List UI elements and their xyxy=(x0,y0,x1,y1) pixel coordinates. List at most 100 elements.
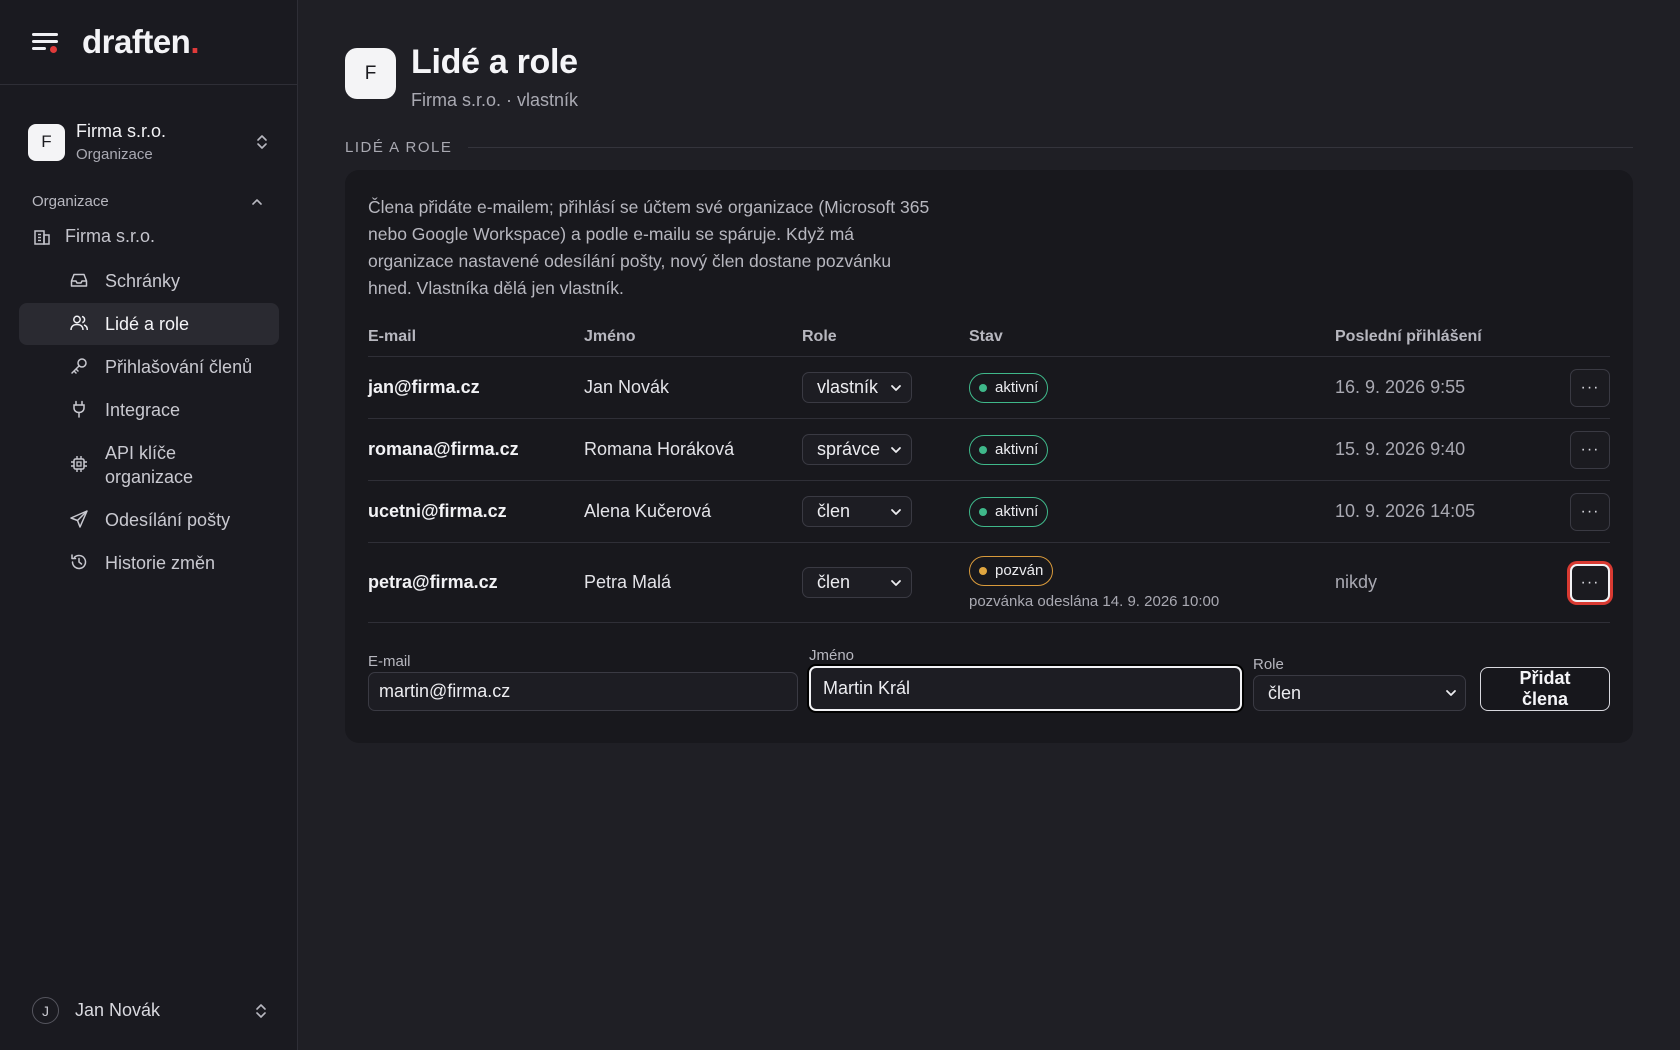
table-row: romana@firma.cz Romana Horáková správce … xyxy=(368,418,1610,481)
section-header: LIDÉ A ROLE xyxy=(345,139,1633,156)
chip-icon xyxy=(71,456,87,472)
status-label: aktivní xyxy=(995,441,1039,458)
table-row: ucetni@firma.cz Alena Kučerová člen akti… xyxy=(368,480,1610,543)
sidebar-nav: Schránky Lidé a role Přihlašování členů xyxy=(0,260,297,584)
chevron-down-icon xyxy=(1446,690,1456,696)
user-name: Jan Novák xyxy=(75,1000,161,1020)
status-badge: aktivní xyxy=(969,434,1049,465)
org-switcher[interactable]: F Firma s.r.o. Organizace xyxy=(0,117,297,167)
chevron-up-down-icon xyxy=(257,135,267,149)
role-select-value: vlastník xyxy=(817,377,879,397)
sidebar-item-lide-a-role[interactable]: Lidé a role xyxy=(19,303,279,345)
chevron-down-icon xyxy=(891,508,901,515)
member-email: romana@firma.cz xyxy=(368,418,584,481)
sidebar-item-prihlasovani-clenu[interactable]: Přihlašování členů xyxy=(19,346,279,388)
section-title: LIDÉ A ROLE xyxy=(345,139,453,156)
col-header-role: Role xyxy=(802,320,969,357)
add-member-button[interactable]: Přidat člena xyxy=(1480,667,1610,711)
role-select[interactable]: správce xyxy=(802,434,912,465)
page-title: Lidé a role xyxy=(411,43,578,81)
sidebar-org-label: Firma s.r.o. xyxy=(65,225,156,246)
role-select[interactable]: člen xyxy=(802,496,912,527)
more-icon: ··· xyxy=(1580,502,1600,520)
key-icon xyxy=(71,358,87,374)
section-divider xyxy=(468,147,1633,148)
main-content: F Lidé a role Firma s.r.o. · vlastník LI… xyxy=(345,0,1633,743)
sidebar-item-api-klice[interactable]: API klíče organizace xyxy=(19,432,279,498)
member-email: ucetni@firma.cz xyxy=(368,480,584,543)
logo-dot: . xyxy=(190,23,200,60)
logo-text: draften xyxy=(82,23,191,60)
status-dot xyxy=(979,566,987,575)
status-dot xyxy=(979,507,987,516)
send-icon xyxy=(70,510,88,528)
member-name: Romana Horáková xyxy=(584,418,802,481)
nav-group-label: Organizace xyxy=(32,193,109,210)
status-label: aktivní xyxy=(995,379,1039,396)
role-select[interactable]: člen xyxy=(802,567,912,598)
more-actions-button[interactable]: ··· xyxy=(1570,563,1610,602)
nav-group-organizace[interactable]: Organizace xyxy=(32,193,264,210)
role-select-value: člen xyxy=(1268,682,1302,703)
status-dot xyxy=(979,445,987,454)
org-name: Firma s.r.o. xyxy=(76,121,167,141)
col-header-name: Jméno xyxy=(584,320,802,357)
member-name: Alena Kučerová xyxy=(584,480,802,543)
sidebar-item-label: Historie změn xyxy=(105,553,216,573)
sidebar-item-firma[interactable]: Firma s.r.o. xyxy=(32,222,297,250)
role-select-value: člen xyxy=(817,501,851,521)
invite-sent-note: pozvánka odeslána 14. 9. 2026 10:00 xyxy=(969,592,1220,610)
status-dot xyxy=(979,383,987,392)
sidebar: draften. F Firma s.r.o. Organizace Organ… xyxy=(0,0,298,1050)
building-icon xyxy=(34,230,50,245)
table-row: jan@firma.cz Jan Novák vlastník aktivní … xyxy=(368,356,1610,419)
sidebar-item-integrace[interactable]: Integrace xyxy=(19,389,279,431)
sidebar-item-schranky[interactable]: Schránky xyxy=(19,260,279,302)
sidebar-item-historie-zmen[interactable]: Historie změn xyxy=(19,542,279,584)
more-icon: ··· xyxy=(1580,378,1600,396)
history-icon xyxy=(71,554,87,570)
chevron-down-icon xyxy=(891,384,901,391)
sidebar-item-label: Schránky xyxy=(105,271,181,291)
role-select[interactable]: vlastník xyxy=(802,372,912,403)
sidebar-item-odesilani-posty[interactable]: Odesílání pošty xyxy=(19,499,279,541)
inbox-icon xyxy=(70,273,88,287)
member-last-login: 10. 9. 2026 14:05 xyxy=(1335,480,1535,543)
sidebar-item-label: Integrace xyxy=(105,400,181,420)
member-last-login: nikdy xyxy=(1335,542,1535,623)
org-avatar: F xyxy=(28,123,65,161)
chevron-up-down-icon xyxy=(256,1003,266,1018)
member-name: Jan Novák xyxy=(584,356,802,419)
sidebar-item-label: Lidé a role xyxy=(105,314,190,334)
menu-icon[interactable] xyxy=(32,30,60,54)
app-logo[interactable]: draften. xyxy=(82,23,199,61)
status-label: pozván xyxy=(995,562,1044,579)
member-email: jan@firma.cz xyxy=(368,356,584,419)
more-actions-button[interactable]: ··· xyxy=(1570,492,1610,531)
page-org-avatar: F xyxy=(345,48,396,99)
table-header-row: E-mail Jméno Role Stav Poslední přihláše… xyxy=(368,320,1610,357)
chevron-down-icon xyxy=(891,446,901,453)
member-name: Petra Malá xyxy=(584,542,802,623)
col-header-actions xyxy=(1535,320,1610,357)
org-type: Organizace xyxy=(76,146,153,163)
status-badge: pozván xyxy=(969,555,1054,586)
plug-icon xyxy=(73,400,85,418)
chevron-down-icon xyxy=(891,579,901,586)
user-switcher[interactable]: J Jan Novák xyxy=(32,997,268,1024)
name-input[interactable] xyxy=(809,666,1242,711)
more-actions-button[interactable]: ··· xyxy=(1570,368,1610,407)
page-subtitle: Firma s.r.o. · vlastník xyxy=(411,90,579,110)
member-last-login: 16. 9. 2026 9:55 xyxy=(1335,356,1535,419)
page-header: F Lidé a role Firma s.r.o. · vlastník xyxy=(345,42,1633,111)
user-avatar: J xyxy=(32,997,59,1024)
status-badge: aktivní xyxy=(969,496,1049,527)
name-label: Jméno xyxy=(809,647,855,664)
email-input[interactable] xyxy=(368,672,798,711)
more-icon: ··· xyxy=(1580,573,1600,591)
members-table: E-mail Jméno Role Stav Poslední přihláše… xyxy=(368,320,1610,623)
more-actions-button[interactable]: ··· xyxy=(1570,430,1610,469)
new-member-role-select[interactable]: člen xyxy=(1253,675,1466,711)
col-header-status: Stav xyxy=(969,320,1335,357)
member-last-login: 15. 9. 2026 9:40 xyxy=(1335,418,1535,481)
